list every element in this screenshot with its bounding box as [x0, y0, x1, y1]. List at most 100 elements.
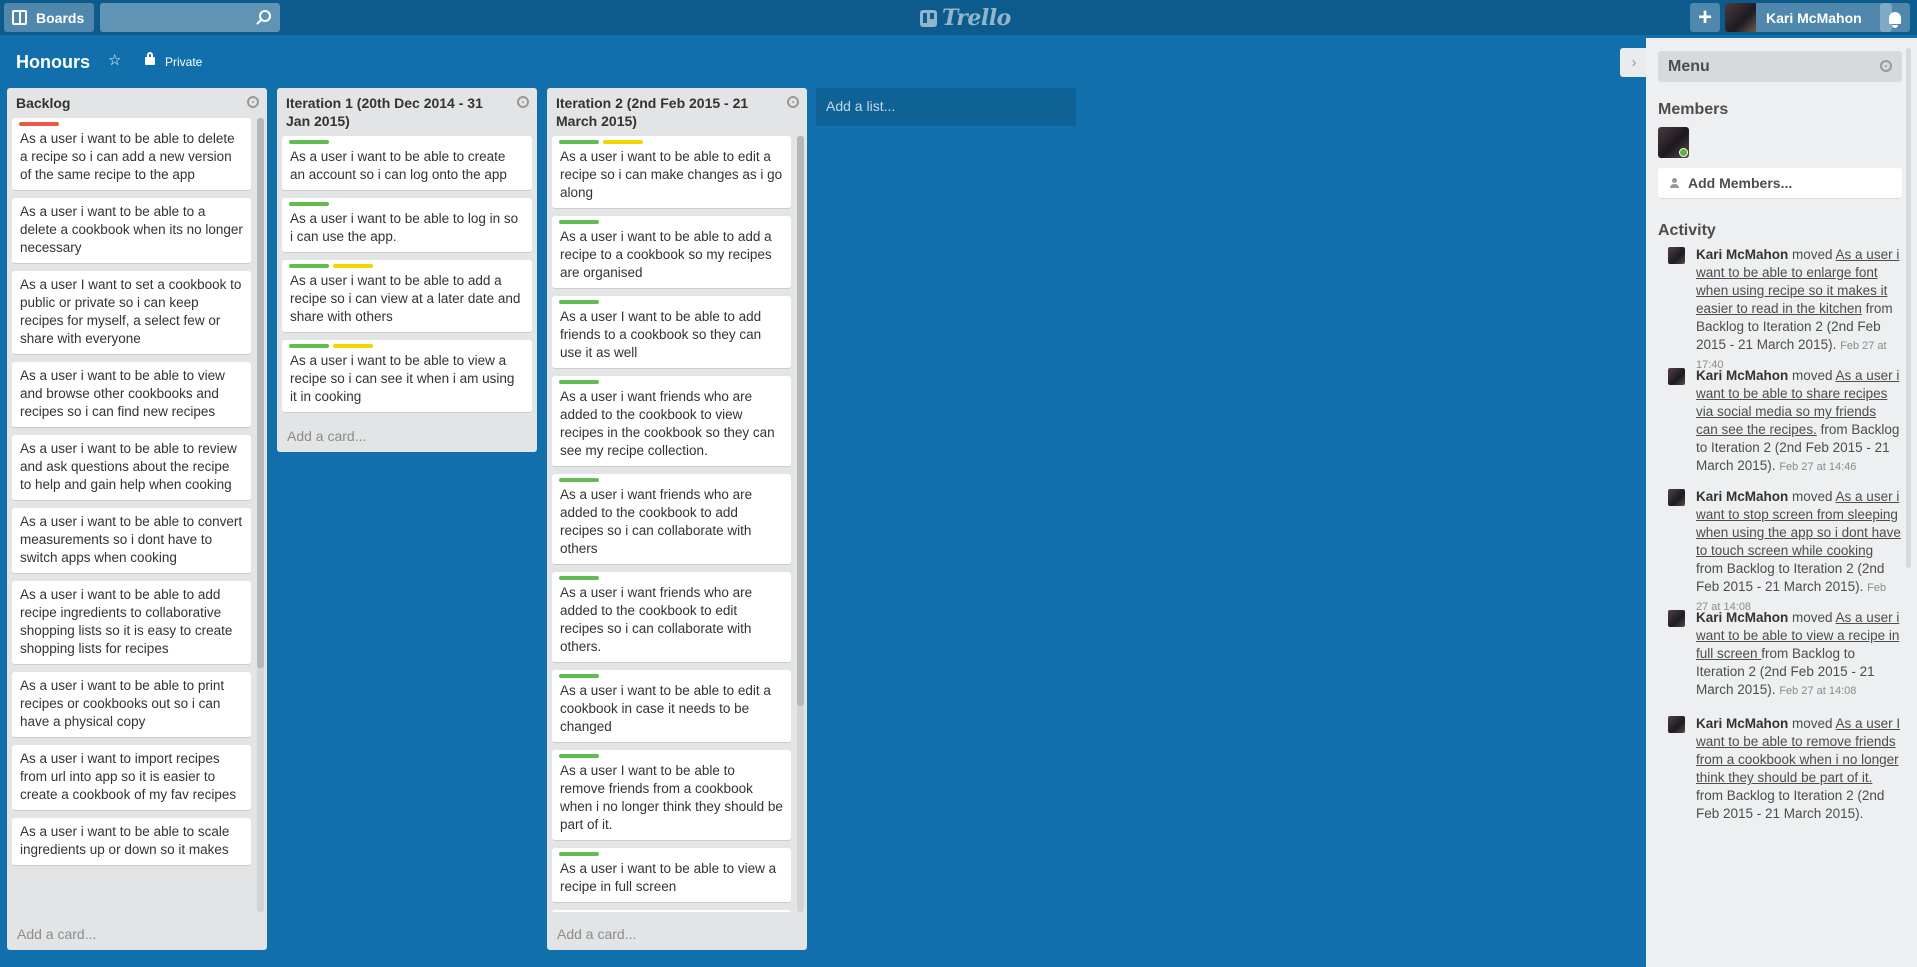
activity-text: Kari McMahon moved As a user i want to b…	[1696, 367, 1901, 476]
card-labels	[289, 264, 524, 268]
card[interactable]: As a user i want to be able to log in so…	[282, 198, 532, 253]
card-labels	[289, 140, 524, 144]
card-label-green	[559, 674, 599, 678]
activity-avatar[interactable]	[1668, 368, 1685, 385]
search-icon[interactable]	[259, 10, 271, 22]
card-label-green	[289, 140, 329, 144]
list-scrollbar[interactable]	[797, 136, 804, 912]
card-labels	[559, 576, 783, 580]
list-title[interactable]: Backlog	[7, 88, 267, 112]
activity-avatar[interactable]	[1668, 489, 1685, 506]
activity-user[interactable]: Kari McMahon	[1696, 610, 1788, 625]
add-list-button[interactable]: Add a list...	[816, 88, 1076, 126]
card-label-green	[559, 478, 599, 482]
card-label-yellow	[603, 140, 643, 144]
activity-verb: moved	[1788, 368, 1836, 383]
activity-user[interactable]: Kari McMahon	[1696, 716, 1788, 731]
list-menu-icon[interactable]	[787, 96, 799, 108]
card[interactable]: As a user i want to be able to add recip…	[12, 581, 251, 665]
activity-user[interactable]: Kari McMahon	[1696, 489, 1788, 504]
card[interactable]: As a user i want to be able to edit a co…	[552, 670, 791, 743]
activity-avatar[interactable]	[1668, 247, 1685, 264]
activity-text: Kari McMahon moved As a user i want to b…	[1696, 246, 1901, 374]
activity-date[interactable]: Feb 27 at 14:08	[1779, 685, 1856, 697]
card-label-green	[289, 344, 329, 348]
card-labels	[289, 344, 524, 348]
card[interactable]: As a user i want to be able to a delete …	[12, 198, 251, 264]
list-menu-icon[interactable]	[517, 96, 529, 108]
card[interactable]: As a user I want to be able to remove fr…	[552, 750, 791, 841]
list-scrollbar[interactable]	[257, 118, 264, 912]
card-labels	[559, 852, 783, 856]
add-card-link[interactable]: Add a card...	[17, 926, 96, 942]
card-labels	[559, 140, 783, 144]
card[interactable]	[552, 910, 791, 912]
card[interactable]: As a user i want to be able to print rec…	[12, 672, 251, 738]
add-card-link[interactable]: Add a card...	[557, 926, 636, 942]
activity-user[interactable]: Kari McMahon	[1696, 247, 1788, 262]
card[interactable]: As a user I want to set a cookbook to pu…	[12, 271, 251, 355]
card[interactable]: As a user i want to be able to view a re…	[552, 848, 791, 903]
activity-avatar[interactable]	[1668, 716, 1685, 733]
list-title[interactable]: Iteration 1 (20th Dec 2014 - 31 Jan 2015…	[277, 88, 537, 130]
sidebar-scrollbar[interactable]	[1906, 48, 1911, 568]
card-labels	[559, 380, 783, 384]
board-privacy[interactable]: Private	[165, 55, 202, 69]
card[interactable]: As a user i want to be able to view a re…	[282, 340, 532, 413]
card-label-yellow	[333, 344, 373, 348]
list-title[interactable]: Iteration 2 (2nd Feb 2015 - 21 March 201…	[547, 88, 807, 130]
card[interactable]: As a user i want to be able to add a rec…	[552, 216, 791, 289]
add-card-link[interactable]: Add a card...	[287, 428, 366, 444]
star-icon[interactable]: ☆	[108, 51, 121, 69]
boards-button[interactable]: Boards	[4, 3, 94, 32]
card-container: As a user i want to be able to create an…	[282, 136, 532, 416]
card[interactable]: As a user i want to import recipes from …	[12, 745, 251, 811]
card[interactable]: As a user i want to be able to delete a …	[12, 118, 251, 191]
card-title: As a user i want friends who are added t…	[560, 389, 775, 458]
card-title: As a user i want to be able to delete a …	[20, 131, 235, 182]
card[interactable]: As a user i want friends who are added t…	[552, 376, 791, 467]
card[interactable]: As a user i want to be able to scale ing…	[12, 818, 251, 866]
card[interactable]: As a user i want to be able to create an…	[282, 136, 532, 191]
user-name: Kari McMahon	[1766, 9, 1862, 26]
card[interactable]: As a user i want to be able to edit a re…	[552, 136, 791, 209]
sidebar-menu: Menu Members Add Members... Activity Kar…	[1646, 38, 1917, 967]
card-label-green	[559, 754, 599, 758]
member-avatar[interactable]	[1658, 127, 1689, 158]
card-title: As a user i want to be able to print rec…	[20, 678, 225, 729]
card-title: As a user i want to be able to a delete …	[20, 204, 243, 255]
card[interactable]: As a user i want to be able to convert m…	[12, 508, 251, 574]
add-button[interactable]: +	[1690, 3, 1720, 32]
activity-user[interactable]: Kari McMahon	[1696, 368, 1788, 383]
card-container: As a user i want to be able to delete a …	[12, 118, 251, 912]
activity-avatar[interactable]	[1668, 610, 1685, 627]
list-iteration-2: Iteration 2 (2nd Feb 2015 - 21 March 201…	[547, 88, 807, 950]
notifications-button[interactable]	[1880, 3, 1910, 32]
card-title: As a user i want to be able to add a rec…	[290, 273, 521, 324]
sidebar-toggle-button[interactable]: ›	[1620, 48, 1648, 77]
search-input[interactable]	[100, 3, 250, 32]
boards-label: Boards	[36, 9, 85, 26]
card[interactable]: As a user i want friends who are added t…	[552, 572, 791, 663]
card-title: As a user i want to be able to scale ing…	[20, 824, 230, 857]
card-title: As a user i want to be able to add a rec…	[560, 229, 772, 280]
card-labels	[559, 220, 783, 224]
card-label-red	[19, 122, 59, 126]
board-title[interactable]: Honours	[16, 52, 90, 73]
list-menu-icon[interactable]	[247, 96, 259, 108]
activity-date[interactable]: Feb 27 at 14:46	[1779, 461, 1856, 473]
menu-close-icon[interactable]	[1880, 60, 1892, 72]
card[interactable]: As a user i want to be able to add a rec…	[282, 260, 532, 333]
search-box[interactable]	[100, 3, 280, 32]
card-title: As a user i want to be able to add recip…	[20, 587, 233, 656]
card[interactable]: As a user i want to be able to view and …	[12, 362, 251, 428]
card[interactable]: As a user i want to be able to review an…	[12, 435, 251, 501]
trello-logo[interactable]: Trello	[920, 5, 1011, 31]
user-menu-button[interactable]: Kari McMahon	[1725, 3, 1892, 32]
add-members-button[interactable]: Add Members...	[1658, 168, 1902, 199]
card-title: As a user i want to be able to edit a re…	[560, 149, 783, 200]
boards-icon	[12, 10, 27, 25]
card[interactable]: As a user i want friends who are added t…	[552, 474, 791, 565]
card[interactable]: As a user I want to be able to add frien…	[552, 296, 791, 369]
card-label-green	[559, 852, 599, 856]
